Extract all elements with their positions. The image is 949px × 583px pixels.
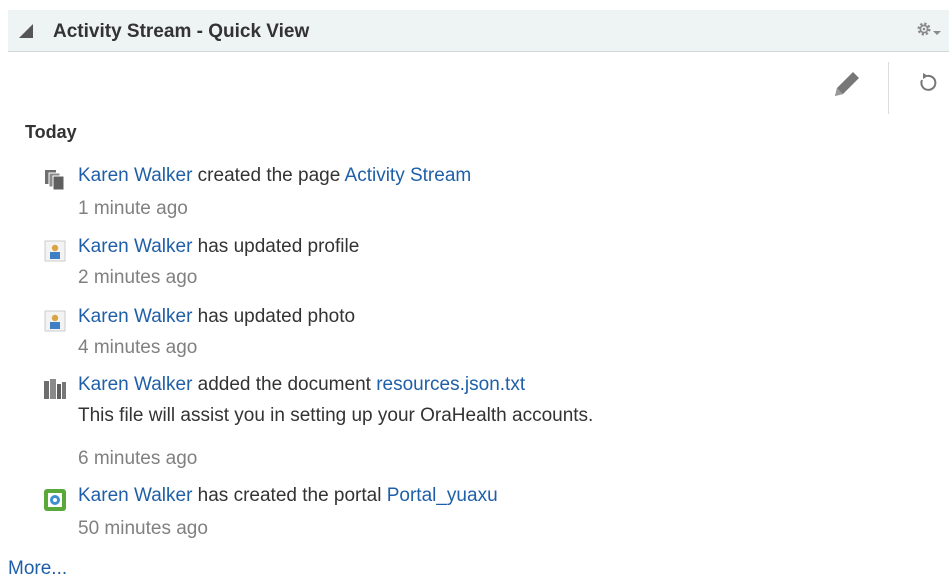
pencil-icon[interactable] <box>831 68 863 105</box>
actor-link[interactable]: Karen Walker <box>78 165 192 186</box>
toolbar-divider <box>888 62 889 114</box>
pages-icon <box>43 168 67 192</box>
gear-icon <box>917 22 931 36</box>
actor-link[interactable]: Karen Walker <box>78 306 192 327</box>
activity-action: has created the portal <box>192 485 387 506</box>
actor-link[interactable]: Karen Walker <box>78 236 192 257</box>
activity-time: 6 minutes ago <box>78 448 198 469</box>
actor-link[interactable]: Karen Walker <box>78 485 192 506</box>
panel-title: Activity Stream - Quick View <box>53 21 310 42</box>
activity-description: This file will assist you in setting up … <box>78 405 594 426</box>
section-heading-today: Today <box>25 122 77 142</box>
activity-text: Karen Walker created the page Activity S… <box>78 165 471 187</box>
actor-link[interactable]: Karen Walker <box>78 374 192 395</box>
collapse-triangle-icon[interactable] <box>18 23 34 44</box>
activity-text: Karen Walker added the document resource… <box>78 374 525 396</box>
profile-icon <box>43 239 67 263</box>
activity-text: Karen Walker has updated photo <box>78 306 355 328</box>
activity-time: 1 minute ago <box>78 198 188 219</box>
activity-action: added the document <box>192 374 377 395</box>
portal-icon <box>43 488 67 512</box>
object-link[interactable]: resources.json.txt <box>376 374 525 395</box>
panel-header: Activity Stream - Quick View <box>8 10 949 52</box>
activity-text: Karen Walker has updated profile <box>78 236 359 258</box>
activity-action: has updated photo <box>192 306 356 327</box>
object-link[interactable]: Portal_yuaxu <box>387 485 498 506</box>
activity-action: has updated profile <box>192 236 360 257</box>
activity-action: created the page <box>192 165 345 186</box>
chevron-down-icon <box>933 31 941 35</box>
activity-time: 4 minutes ago <box>78 337 198 358</box>
activity-text: Karen Walker has created the portal Port… <box>78 485 498 507</box>
refresh-icon[interactable] <box>916 72 938 99</box>
profile-icon <box>43 309 67 333</box>
activity-time: 2 minutes ago <box>78 267 198 288</box>
object-link[interactable]: Activity Stream <box>345 165 472 186</box>
more-link[interactable]: More... <box>8 558 67 580</box>
settings-menu-button[interactable] <box>915 20 943 45</box>
activity-time: 50 minutes ago <box>78 518 208 539</box>
document-library-icon <box>43 377 67 401</box>
